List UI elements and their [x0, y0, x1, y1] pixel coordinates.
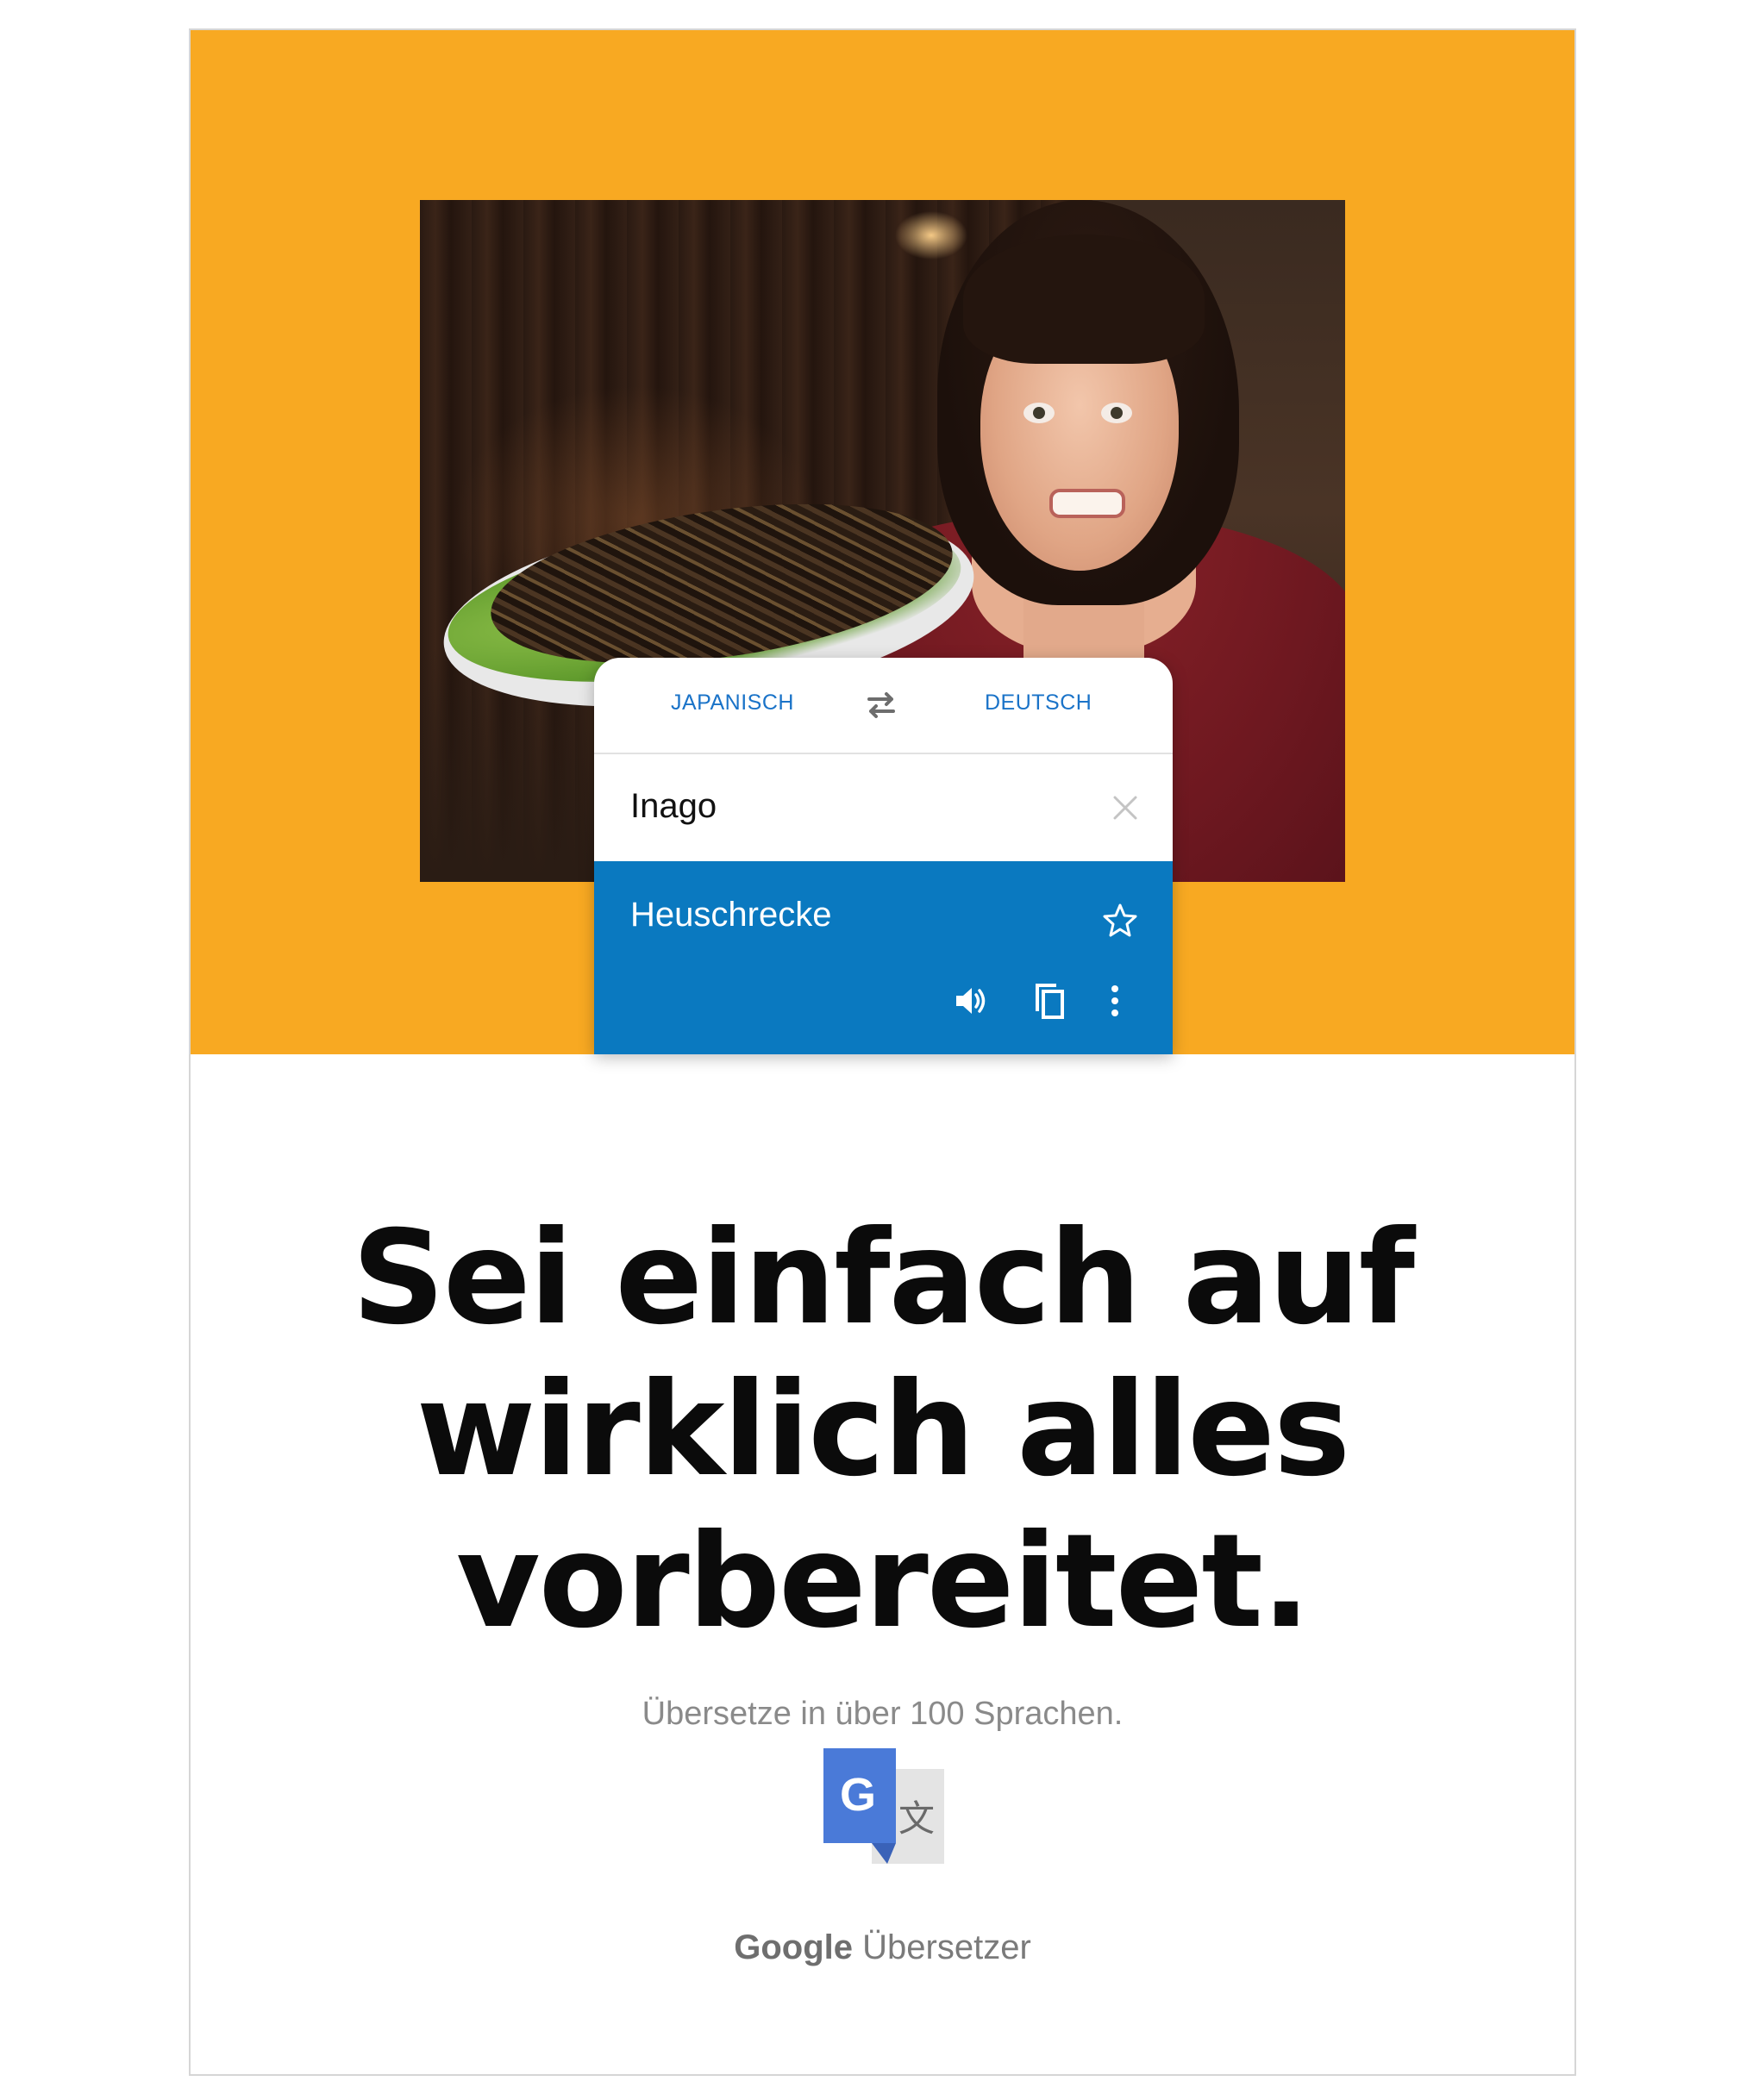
input-row: Inago	[594, 754, 1173, 861]
copy-icon[interactable]	[1032, 982, 1067, 1020]
clear-icon[interactable]	[1111, 794, 1139, 822]
subline: Übersetze in über 100 Sprachen.	[642, 1696, 1124, 1732]
translation-result: Heuschrecke	[594, 861, 1173, 1054]
headline-line-1: Sei einfach auf	[351, 1203, 1415, 1353]
headline: Sei einfach auf wirklich alles vorbereit…	[191, 1203, 1574, 1658]
google-translate-logo-icon: G 文	[823, 1748, 944, 1864]
poster: JAPANISCH DEUTSCH Inago Heuschrecke Sei …	[189, 28, 1576, 2076]
language-bar: JAPANISCH DEUTSCH	[594, 658, 1173, 754]
brand-wordmark: Google Übersetzer	[191, 1928, 1574, 1967]
source-language-button[interactable]: JAPANISCH	[671, 691, 794, 716]
photo-bangs	[963, 234, 1205, 364]
logo-letter-wen: 文	[898, 1797, 935, 1840]
translate-card: JAPANISCH DEUTSCH Inago Heuschrecke	[594, 658, 1173, 1054]
brand-google: Google	[734, 1928, 854, 1966]
photo-mouth	[1049, 489, 1125, 518]
swap-icon[interactable]	[864, 691, 898, 720]
brand-product: Übersetzer	[862, 1928, 1031, 1966]
photo-eye-right	[1101, 403, 1132, 423]
target-language-button[interactable]: DEUTSCH	[985, 691, 1092, 716]
translation-text: Heuschrecke	[630, 896, 832, 934]
headline-line-2: wirklich alles	[416, 1355, 1351, 1505]
headline-line-3: vorbereitet.	[455, 1507, 1311, 1657]
source-text-input[interactable]: Inago	[630, 787, 717, 826]
logo-letter-g: G	[840, 1769, 876, 1821]
speaker-icon[interactable]	[953, 984, 987, 1018]
more-icon[interactable]	[1106, 982, 1124, 1020]
star-icon[interactable]	[1103, 903, 1137, 937]
photo-eye-left	[1023, 403, 1055, 423]
